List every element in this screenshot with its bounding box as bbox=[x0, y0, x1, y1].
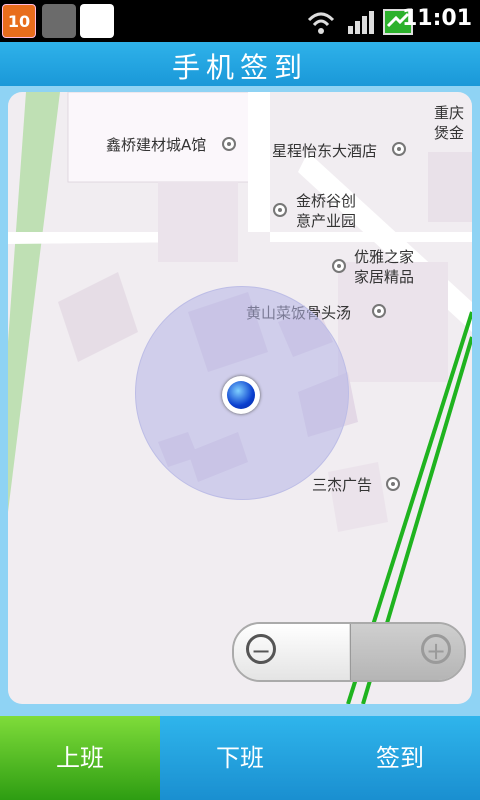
clock: 11:01 bbox=[401, 6, 472, 31]
tab-clock-in[interactable]: 上班 bbox=[0, 716, 160, 800]
zoom-control: − + bbox=[232, 622, 466, 682]
poi-marker-icon[interactable] bbox=[386, 477, 400, 491]
tab-check-in[interactable]: 签到 bbox=[320, 716, 480, 800]
current-location-icon bbox=[222, 376, 260, 414]
zoom-out-icon: − bbox=[246, 634, 276, 665]
zoom-out-button[interactable]: − bbox=[234, 624, 349, 680]
map-label-jinqiao-1: 金桥谷创 bbox=[296, 192, 357, 210]
sd-card-icon bbox=[80, 4, 114, 38]
map-label-baojin: 煲金 bbox=[434, 124, 465, 142]
notification-badge[interactable]: 10 bbox=[2, 4, 36, 38]
bottom-tab-bar: 上班 下班 签到 bbox=[0, 716, 480, 800]
zoom-in-icon: + bbox=[421, 634, 451, 665]
wifi-icon bbox=[307, 12, 335, 34]
map-label-xingcheng: 星程怡东大酒店 bbox=[272, 142, 378, 160]
tab-clock-out[interactable]: 下班 bbox=[160, 716, 320, 800]
poi-marker-icon[interactable] bbox=[332, 259, 346, 273]
zoom-in-button[interactable]: + bbox=[350, 624, 464, 680]
title-bar: 手机签到 bbox=[0, 42, 480, 86]
android-icon bbox=[42, 4, 76, 38]
hotel-icon[interactable] bbox=[392, 142, 406, 156]
map-label-chongqing: 重庆 bbox=[434, 104, 465, 122]
map-label-xinqiao: 鑫桥建材城A馆 bbox=[106, 136, 207, 154]
map-label-youya-2: 家居精品 bbox=[354, 268, 415, 286]
map-label-sanjie: 三杰广告 bbox=[312, 476, 373, 494]
page-title: 手机签到 bbox=[171, 51, 308, 84]
signal-icon bbox=[348, 11, 374, 34]
map-label-jinqiao-2: 意产业园 bbox=[296, 212, 357, 230]
poi-marker-icon[interactable] bbox=[273, 203, 287, 217]
map-label-youya-1: 优雅之家 bbox=[354, 248, 415, 266]
restaurant-icon[interactable] bbox=[372, 304, 386, 318]
map-view[interactable]: 鑫桥建材城A馆 星程怡东大酒店 重庆 煲金 金桥谷创 意产业园 优雅之家 家居精… bbox=[8, 92, 472, 704]
status-bar: 10 11:01 bbox=[0, 0, 480, 42]
poi-marker-icon[interactable] bbox=[222, 137, 236, 151]
map-frame: 鑫桥建材城A馆 星程怡东大酒店 重庆 煲金 金桥谷创 意产业园 优雅之家 家居精… bbox=[0, 86, 480, 716]
